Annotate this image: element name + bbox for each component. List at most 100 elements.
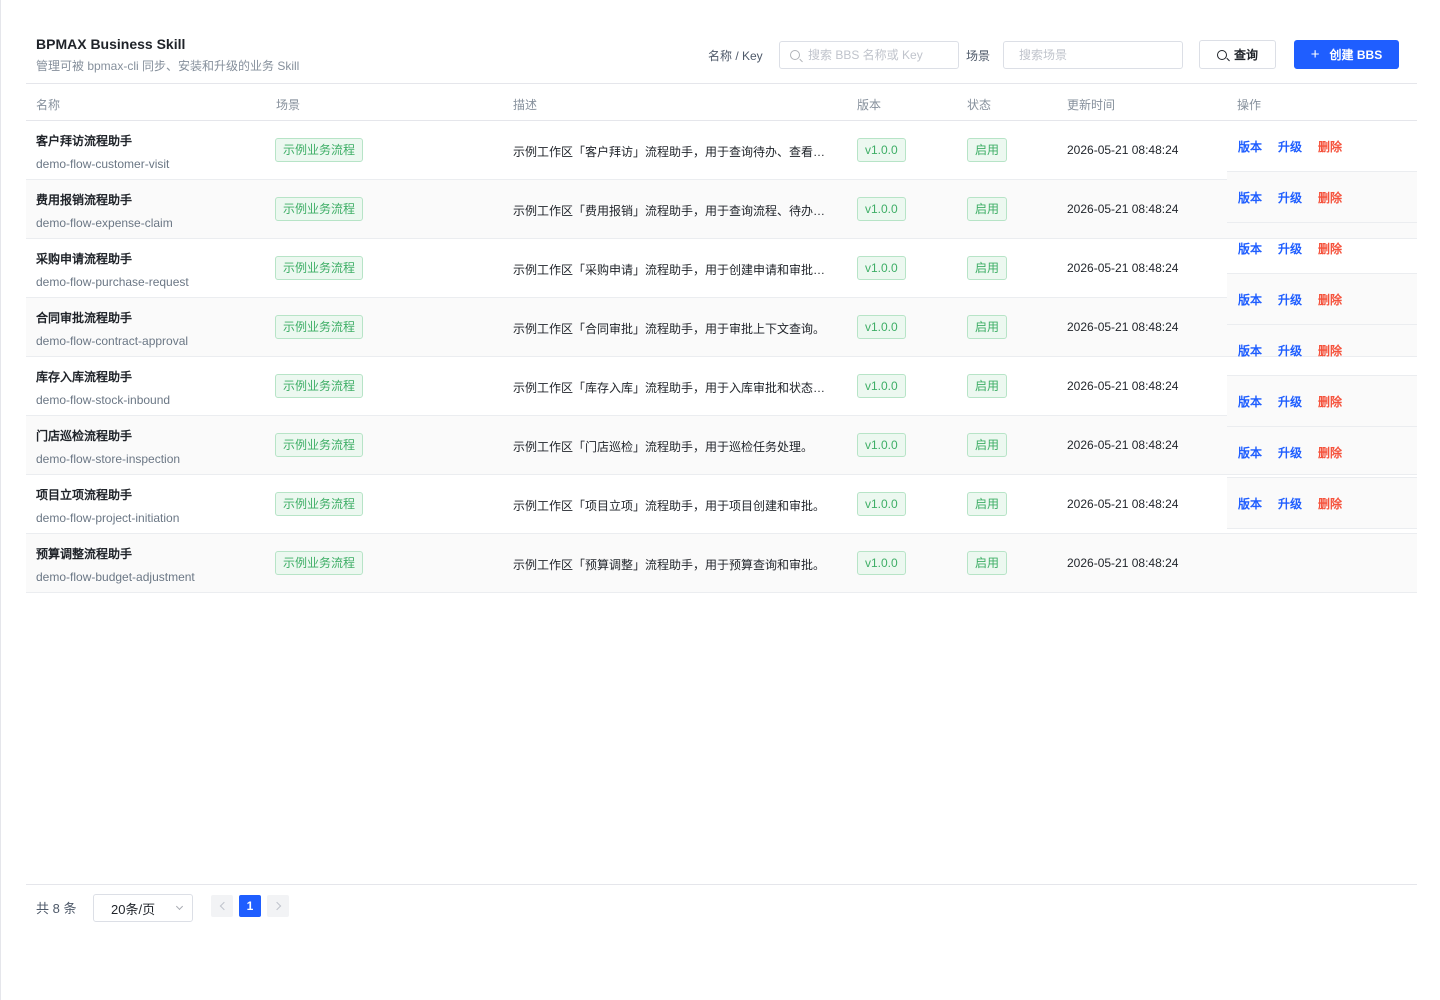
status-badge: 启用	[967, 492, 1008, 516]
status-badge: 启用	[967, 374, 1008, 398]
action-row: 版本 升级 删除	[1227, 478, 1417, 529]
status-badge: 启用	[967, 551, 1008, 575]
version-link[interactable]: 版本	[1238, 291, 1262, 308]
version-tag: v1.0.0	[857, 315, 906, 339]
page-size-select[interactable]: 20条/页	[93, 894, 193, 922]
chevron-left-icon	[219, 901, 228, 911]
name-cell: 费用报销流程助手 demo-flow-expense-claim	[36, 191, 173, 230]
skill-name: 合同审批流程助手	[36, 311, 133, 325]
version-tag: v1.0.0	[857, 551, 906, 575]
next-page-button[interactable]	[267, 895, 289, 917]
plus-icon: +	[1310, 46, 1320, 63]
column-header-actions: 操作	[1237, 98, 1262, 112]
scene-tag: 示例业务流程	[275, 433, 364, 457]
version-link[interactable]: 版本	[1238, 342, 1262, 359]
delete-link[interactable]: 删除	[1318, 495, 1342, 512]
column-header-version: 版本	[857, 98, 882, 112]
skill-key: demo-flow-purchase-request	[36, 275, 189, 289]
scene-tag: 示例业务流程	[275, 197, 364, 221]
delete-link[interactable]: 删除	[1318, 393, 1342, 410]
action-row: 版本 升级 删除	[1227, 223, 1417, 274]
upgrade-link[interactable]: 升级	[1278, 138, 1302, 155]
skill-key: demo-flow-budget-adjustment	[36, 570, 195, 584]
page-number-current[interactable]: 1	[239, 895, 261, 917]
upgrade-link[interactable]: 升级	[1278, 393, 1302, 410]
version-link[interactable]: 版本	[1238, 444, 1262, 461]
delete-link[interactable]: 删除	[1318, 291, 1342, 308]
upgrade-link[interactable]: 升级	[1278, 495, 1302, 512]
action-row: 版本 升级 删除	[1227, 427, 1417, 478]
status-badge: 启用	[967, 433, 1008, 457]
upgrade-link[interactable]: 升级	[1278, 342, 1302, 359]
version-link[interactable]: 版本	[1238, 138, 1262, 155]
page-size-value: 20条/页	[111, 901, 156, 917]
version-link[interactable]: 版本	[1238, 189, 1262, 206]
updated-time: 2026-05-21 08:48:24	[1067, 438, 1179, 452]
scene-search-input[interactable]	[1019, 48, 1159, 62]
page-title: BPMAX Business Skill	[36, 36, 186, 52]
upgrade-link[interactable]: 升级	[1278, 240, 1302, 257]
column-header-scene: 场景	[276, 98, 301, 112]
scene-tag: 示例业务流程	[275, 551, 364, 575]
prev-page-button[interactable]	[211, 895, 233, 917]
action-row: 版本 升级 删除	[1227, 121, 1417, 172]
table-header: 名称 场景 描述 版本 状态 更新时间 操作	[26, 85, 1417, 121]
upgrade-link[interactable]: 升级	[1278, 444, 1302, 461]
delete-link[interactable]: 删除	[1318, 342, 1342, 359]
name-cell: 采购申请流程助手 demo-flow-purchase-request	[36, 250, 189, 289]
name-cell: 门店巡检流程助手 demo-flow-store-inspection	[36, 427, 180, 466]
status-badge: 启用	[967, 197, 1008, 221]
delete-link[interactable]: 删除	[1318, 240, 1342, 257]
action-row: 版本 升级 删除	[1227, 274, 1417, 325]
version-link[interactable]: 版本	[1238, 393, 1262, 410]
updated-time: 2026-05-21 08:48:24	[1067, 202, 1179, 216]
version-link[interactable]: 版本	[1238, 240, 1262, 257]
pagination-bar: 共 8 条 20条/页 1	[26, 884, 1417, 934]
skill-description: 示例工作区「项目立项」流程助手，用于项目创建和审批。	[513, 499, 826, 513]
scene-tag: 示例业务流程	[275, 138, 364, 162]
search-icon	[790, 50, 800, 60]
version-link[interactable]: 版本	[1238, 495, 1262, 512]
name-key-search-input[interactable]	[808, 48, 948, 62]
status-badge: 启用	[967, 138, 1008, 162]
status-badge: 启用	[967, 315, 1008, 339]
skill-description: 示例工作区「合同审批」流程助手，用于审批上下文查询。	[513, 322, 826, 336]
delete-link[interactable]: 删除	[1318, 189, 1342, 206]
skill-name: 预算调整流程助手	[36, 547, 133, 561]
action-row: 版本 升级 删除	[1227, 376, 1417, 427]
scene-search-box[interactable]	[1003, 41, 1183, 69]
version-tag: v1.0.0	[857, 492, 906, 516]
version-tag: v1.0.0	[857, 197, 906, 221]
chevron-down-icon	[175, 902, 184, 911]
upgrade-link[interactable]: 升级	[1278, 291, 1302, 308]
delete-link[interactable]: 删除	[1318, 444, 1342, 461]
version-tag: v1.0.0	[857, 256, 906, 280]
status-badge: 启用	[967, 256, 1008, 280]
updated-time: 2026-05-21 08:48:24	[1067, 497, 1179, 511]
create-bbs-button[interactable]: + 创建 BBS	[1294, 40, 1399, 69]
table-row: 费用报销流程助手 demo-flow-expense-claim 示例业务流程 …	[26, 180, 1417, 239]
skill-key: demo-flow-expense-claim	[36, 216, 173, 230]
column-header-updated: 更新时间	[1067, 98, 1116, 112]
updated-time: 2026-05-21 08:48:24	[1067, 261, 1179, 275]
skill-name: 费用报销流程助手	[36, 193, 133, 207]
actions-column: 版本 升级 删除 版本 升级 删除 版本 升级 删除 版本 升级 删除 版本 升…	[1227, 121, 1417, 529]
skill-description: 示例工作区「库存入库」流程助手，用于入库审批和状态…	[513, 381, 826, 395]
upgrade-link[interactable]: 升级	[1278, 189, 1302, 206]
updated-time: 2026-05-21 08:48:24	[1067, 556, 1179, 570]
skill-description: 示例工作区「采购申请」流程助手，用于创建申请和审批…	[513, 263, 826, 277]
version-tag: v1.0.0	[857, 433, 906, 457]
table-row: 库存入库流程助手 demo-flow-stock-inbound 示例业务流程 …	[26, 357, 1417, 416]
skill-name: 项目立项流程助手	[36, 488, 133, 502]
delete-link[interactable]: 删除	[1318, 138, 1342, 155]
scene-tag: 示例业务流程	[275, 315, 364, 339]
name-cell: 客户拜访流程助手 demo-flow-customer-visit	[36, 132, 169, 171]
scene-tag: 示例业务流程	[275, 492, 364, 516]
updated-time: 2026-05-21 08:48:24	[1067, 379, 1179, 393]
name-cell: 项目立项流程助手 demo-flow-project-initiation	[36, 486, 179, 525]
page-subtitle: 管理可被 bpmax-cli 同步、安装和升级的业务 Skill	[36, 59, 300, 73]
name-key-search-box[interactable]	[779, 41, 959, 69]
skill-table: 名称 场景 描述 版本 状态 更新时间 操作 客户拜访流程助手 demo-flo…	[26, 85, 1417, 593]
query-button[interactable]: 查询	[1199, 40, 1276, 69]
table-row: 预算调整流程助手 demo-flow-budget-adjustment 示例业…	[26, 534, 1417, 593]
